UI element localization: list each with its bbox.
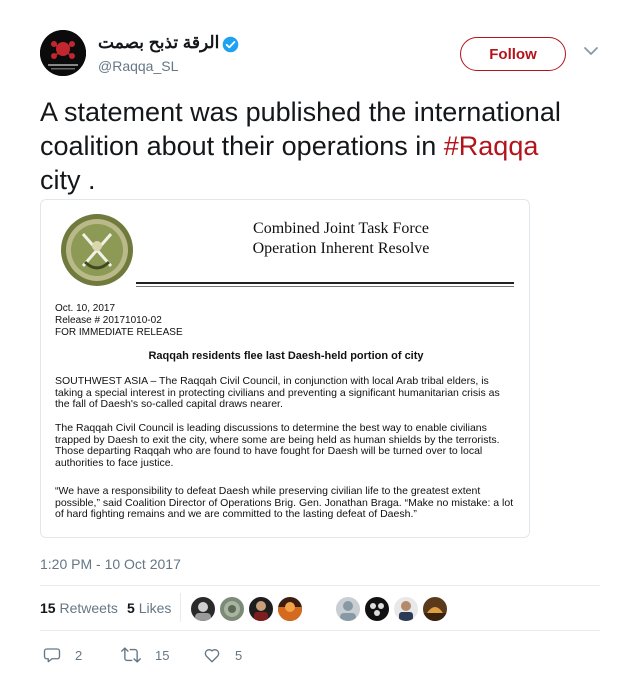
likes-label: Likes [138, 600, 172, 616]
doc-date: Oct. 10, 2017 [55, 303, 116, 314]
like-count: 5 [235, 647, 243, 663]
chevron-down-icon[interactable] [582, 44, 600, 58]
avatar[interactable] [40, 30, 86, 76]
likes-stat[interactable]: 5 Likes [127, 600, 171, 616]
liker-avatar[interactable] [248, 596, 274, 622]
user-handle[interactable]: @Raqqa_SL [98, 58, 178, 74]
reply-count: 2 [75, 647, 83, 663]
doc-rule [136, 286, 514, 287]
tweet-text: A statement was published the internatio… [40, 95, 600, 197]
doc-paragraph: SOUTHWEST ASIA – The Raqqah Civil Counci… [55, 375, 500, 411]
tweet-timestamp[interactable]: 1:20 PM - 10 Oct 2017 [40, 556, 181, 572]
hashtag-link[interactable]: #Raqqa [444, 131, 539, 161]
stats-separator [180, 593, 181, 622]
likes-count: 5 [127, 600, 135, 616]
liker-avatar[interactable] [190, 596, 216, 622]
task-force-seal [61, 214, 133, 286]
divider [40, 630, 600, 631]
retweet-count: 15 [155, 647, 170, 663]
liker-avatar[interactable] [335, 596, 361, 622]
tweet-text-part: city . [40, 165, 96, 195]
reply-icon [43, 648, 61, 663]
follow-button[interactable]: Follow [460, 37, 566, 71]
verified-icon [222, 36, 239, 53]
divider [40, 585, 600, 586]
doc-paragraph: “We have a responsibility to defeat Daes… [55, 485, 514, 521]
reply-button[interactable]: 2 [43, 646, 82, 664]
doc-operation-title: Operation Inherent Resolve [252, 240, 430, 257]
retweets-stat[interactable]: 15 Retweets [40, 600, 118, 616]
doc-release-number: Release # 20171010-02 [55, 315, 162, 326]
like-button[interactable]: 5 [203, 646, 242, 664]
tweet-media-image[interactable]: Combined Joint Task Force Operation Inhe… [40, 199, 530, 538]
retweet-icon [121, 647, 141, 663]
doc-paragraph: The Raqqah Civil Council is leading disc… [55, 422, 500, 469]
retweets-label: Retweets [59, 600, 118, 616]
liker-avatar[interactable] [422, 596, 448, 622]
liker-avatar[interactable] [277, 596, 303, 622]
heart-icon [204, 648, 220, 663]
liker-avatar[interactable] [219, 596, 245, 622]
doc-rule [136, 282, 514, 284]
doc-release-note: FOR IMMEDIATE RELEASE [55, 327, 183, 338]
retweet-button[interactable]: 15 [121, 646, 169, 664]
doc-headline: Raqqah residents flee last Daesh-held po… [148, 350, 424, 362]
retweets-count: 15 [40, 600, 56, 616]
liker-avatar[interactable] [393, 596, 419, 622]
avatar-logo [40, 30, 86, 76]
display-name[interactable]: الرقة تذبح بصمت [98, 33, 219, 53]
liker-avatar[interactable] [364, 596, 390, 622]
doc-org-title: Combined Joint Task Force [253, 220, 429, 237]
